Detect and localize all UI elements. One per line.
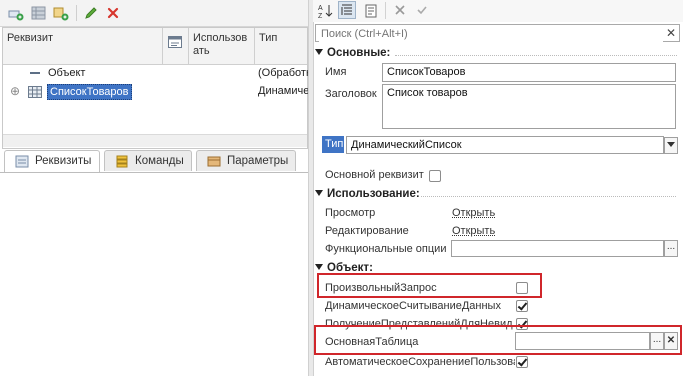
svg-text:A: A: [318, 5, 323, 12]
table-row[interactable]: ⊕ СписокТоваров Динамиче: [3, 83, 310, 101]
type-dropdown-button[interactable]: [664, 137, 678, 154]
add-table-icon[interactable]: [31, 5, 47, 21]
functional-options-select-button[interactable]: ...: [664, 240, 678, 257]
dynamic-read-checkbox[interactable]: [516, 300, 528, 312]
title-label: Заголовок: [325, 88, 377, 100]
tab-label: Параметры: [227, 155, 289, 167]
commands-tab-icon: [115, 155, 129, 168]
row-name: Объект: [48, 67, 86, 79]
svg-text:Z: Z: [318, 13, 323, 19]
column-header-requisite[interactable]: Реквизит: [3, 28, 163, 64]
requisites-tab-icon: [15, 155, 29, 168]
title-value: Список товаров: [387, 87, 468, 99]
main-attribute-label: Основной реквизит: [325, 169, 424, 181]
column-header-usage-icon[interactable]: [163, 28, 189, 64]
collapse-triangle-icon[interactable]: [315, 264, 323, 270]
tab-parameters[interactable]: Параметры: [196, 150, 296, 171]
autosave-checkbox[interactable]: [516, 356, 528, 368]
functional-options-field[interactable]: [451, 240, 664, 257]
attributes-panel: Реквизит Использов ать Тип Объект (Обраб…: [0, 0, 311, 376]
search-field[interactable]: ✕: [315, 24, 680, 42]
column-header-usage[interactable]: Использов ать: [189, 28, 255, 64]
highlight-box-custom-query: [317, 273, 542, 298]
name-field[interactable]: СписокТоваров: [382, 63, 676, 82]
edit-icon[interactable]: [83, 5, 99, 21]
apply-check-icon[interactable]: [415, 3, 429, 20]
column-header-type[interactable]: Тип: [255, 28, 307, 64]
main-attribute-checkbox[interactable]: [429, 170, 441, 182]
attribute-icon: [30, 72, 40, 74]
autosave-label: АвтоматическоеСохранениеПользова: [325, 356, 515, 368]
view-label: Просмотр: [325, 207, 376, 219]
add-column-icon[interactable]: [53, 5, 69, 21]
delete-icon[interactable]: [105, 5, 121, 21]
edit-open-link[interactable]: Открыть: [452, 225, 495, 237]
parameters-tab-icon: [207, 155, 221, 168]
clear-search-icon[interactable]: ✕: [666, 26, 676, 40]
search-input[interactable]: [319, 26, 663, 42]
table-row[interactable]: Объект (Обработк: [3, 65, 311, 83]
properties-toolbar: AZ: [313, 0, 683, 22]
row-type: (Обработк: [258, 67, 311, 79]
properties-panel: AZ ✕ Основные: Имя СписокТоваров Заголов…: [313, 0, 683, 376]
row-name: СписокТоваров: [47, 84, 132, 100]
sort-alphabetical-icon[interactable]: AZ: [317, 3, 333, 22]
tab-commands[interactable]: Команды: [104, 150, 192, 171]
section-divider: [395, 55, 677, 56]
table-header: Реквизит Использов ать Тип: [3, 28, 307, 65]
section-divider: [421, 196, 676, 197]
name-value: СписокТоваров: [387, 66, 466, 78]
type-value: ДинамическийСписок: [351, 139, 462, 151]
header-label: Тип: [259, 32, 278, 44]
dynamic-read-label: ДинамическоеСчитываниеДанных: [325, 300, 501, 312]
section-header-usage[interactable]: Использование:: [313, 188, 676, 202]
tab-requisites[interactable]: Реквизиты: [4, 150, 100, 172]
table-icon: [28, 86, 42, 101]
attributes-toolbar: [0, 0, 308, 27]
horizontal-scrollbar[interactable]: [3, 134, 307, 147]
add-attribute-icon[interactable]: [8, 5, 24, 21]
collapse-triangle-icon[interactable]: [315, 49, 323, 55]
section-title: Использование:: [327, 188, 420, 200]
form-icon: [168, 36, 182, 48]
header-label: Использов ать: [193, 32, 248, 57]
view-open-link[interactable]: Открыть: [452, 207, 495, 219]
attributes-table: Реквизит Использов ать Тип Объект (Обраб…: [2, 27, 311, 149]
section-title: Основные:: [327, 47, 391, 59]
type-field[interactable]: ДинамическийСписок: [346, 136, 664, 154]
attributes-tabs: Реквизиты Команды Параметры: [0, 150, 308, 173]
cancel-icon[interactable]: [393, 3, 407, 20]
collapse-triangle-icon[interactable]: [315, 190, 323, 196]
edit-label: Редактирование: [325, 225, 409, 237]
row-type: Динамиче: [258, 85, 310, 97]
toolbar-separator: [385, 2, 386, 19]
type-label: Тип: [322, 136, 344, 153]
title-field[interactable]: Список товаров: [382, 84, 676, 129]
toolbar-separator: [76, 5, 77, 21]
chevron-down-icon: [667, 142, 675, 147]
tab-label: Команды: [135, 155, 184, 167]
header-label: Реквизит: [7, 32, 53, 44]
expand-plus-icon[interactable]: ⊕: [10, 84, 20, 98]
highlight-box-main-table: [314, 325, 682, 355]
categorized-view-icon[interactable]: [338, 1, 356, 19]
section-header-main[interactable]: Основные:: [313, 47, 677, 61]
name-label: Имя: [325, 66, 347, 78]
filter-icon[interactable]: [363, 3, 379, 22]
functional-options-label: Функциональные опции: [325, 243, 447, 255]
tab-label: Реквизиты: [35, 155, 92, 167]
